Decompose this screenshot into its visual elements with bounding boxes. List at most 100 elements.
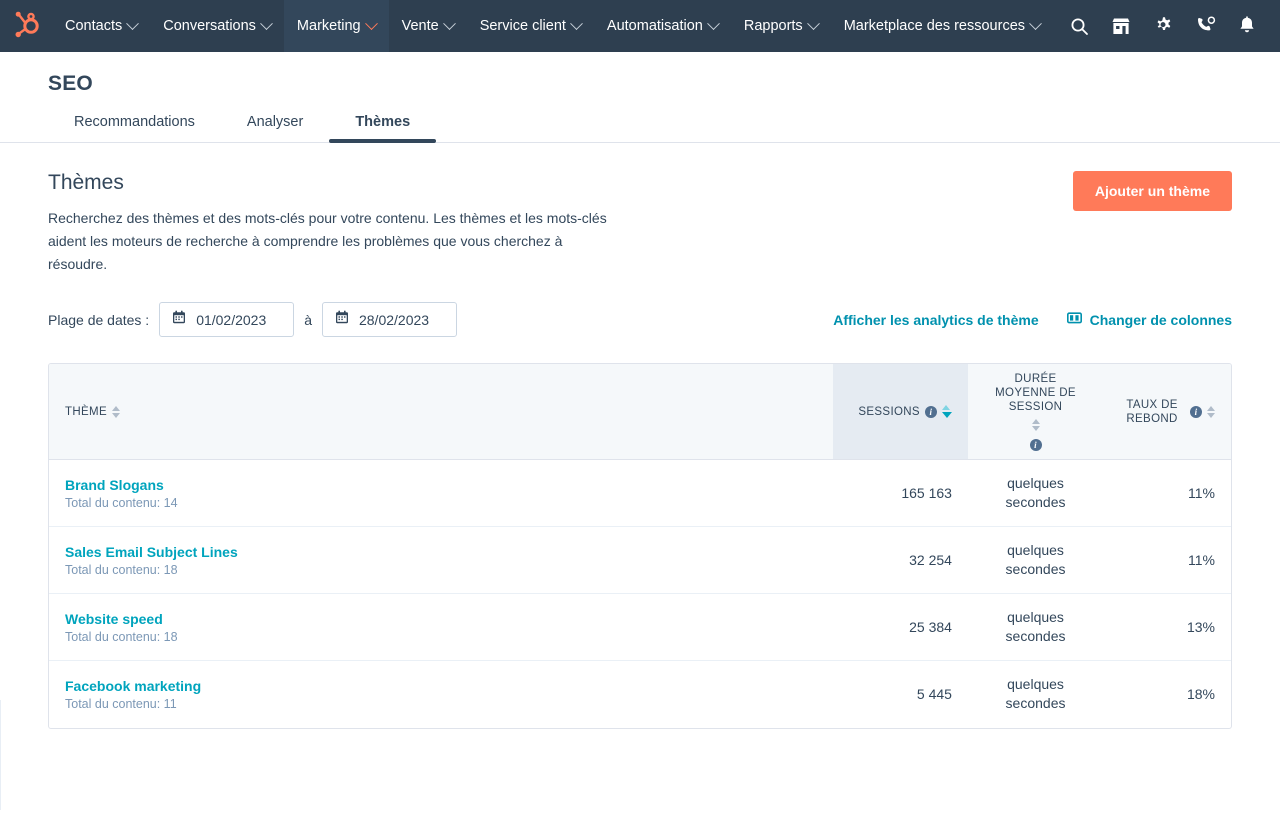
- nav-label: Conversations: [163, 18, 256, 34]
- page-header: SEO Recommandations Analyser Thèmes: [0, 52, 1280, 143]
- page-title: SEO: [0, 72, 1280, 96]
- sort-arrows-icon[interactable]: [942, 405, 952, 418]
- chevron-down-icon: [1029, 17, 1042, 30]
- hubspot-logo-button[interactable]: [0, 0, 52, 52]
- date-range-separator: à: [304, 312, 312, 328]
- notifications-bell-icon[interactable]: [1228, 7, 1266, 45]
- column-label: DURÉE MOYENNE DE SESSION: [984, 372, 1087, 414]
- theme-content-total: Total du contenu: 18: [65, 563, 817, 577]
- tab-label: Analyser: [247, 114, 303, 130]
- column-header-avg-session-duration[interactable]: DURÉE MOYENNE DE SESSION i: [968, 364, 1103, 460]
- theme-content-total: Total du contenu: 18: [65, 630, 817, 644]
- section-text-block: Thèmes Recherchez des thèmes et des mots…: [48, 171, 623, 276]
- cell-bounce-rate: 11%: [1103, 527, 1231, 594]
- sort-arrows-icon[interactable]: [1207, 406, 1215, 418]
- chevron-down-icon: [443, 17, 456, 30]
- cell-avg-session-duration: quelques secondes: [968, 460, 1103, 527]
- main-content: Thèmes Recherchez des thèmes et des mots…: [0, 143, 1280, 729]
- nav-item-marketplace-des-ressources[interactable]: Marketplace des ressources: [831, 0, 1053, 52]
- tab-themes[interactable]: Thèmes: [329, 114, 436, 142]
- cell-sessions: 5 445: [833, 661, 968, 728]
- column-label: TAUX DE REBOND: [1119, 398, 1185, 426]
- theme-content-total: Total du contenu: 14: [65, 496, 817, 510]
- table-body: Brand Slogans Total du contenu: 14 165 1…: [49, 460, 1231, 728]
- table-header-row: THÈME SESSIONS i DURÉE MOYENNE D: [49, 364, 1231, 460]
- sort-arrows-icon[interactable]: [112, 406, 120, 418]
- filter-bar: Plage de dates : 01/02/2023: [48, 302, 1232, 337]
- hubspot-sprocket-logo-icon: [13, 10, 39, 43]
- top-navigation-bar: Contacts Conversations Marketing Vente S…: [0, 0, 1280, 52]
- date-range-group: Plage de dates : 01/02/2023: [48, 302, 457, 337]
- chevron-down-icon: [126, 17, 139, 30]
- theme-link[interactable]: Website speed: [65, 611, 163, 627]
- page-tabs: Recommandations Analyser Thèmes: [0, 114, 1280, 142]
- cell-avg-session-duration: quelques secondes: [968, 661, 1103, 728]
- nav-item-conversations[interactable]: Conversations: [150, 0, 284, 52]
- nav-icon-group: [1060, 0, 1280, 52]
- cell-bounce-rate: 18%: [1103, 661, 1231, 728]
- theme-content-total: Total du contenu: 11: [65, 697, 817, 711]
- tab-label: Recommandations: [74, 114, 195, 130]
- link-label: Afficher les analytics de thème: [833, 312, 1038, 328]
- themes-table: THÈME SESSIONS i DURÉE MOYENNE D: [49, 364, 1231, 728]
- search-icon[interactable]: [1060, 7, 1098, 45]
- calling-phone-icon[interactable]: [1186, 7, 1224, 45]
- table-row: Facebook marketing Total du contenu: 11 …: [49, 661, 1231, 728]
- nav-label: Marketplace des ressources: [844, 18, 1025, 34]
- change-columns-link[interactable]: Changer de colonnes: [1067, 311, 1232, 328]
- info-icon[interactable]: i: [1190, 406, 1202, 418]
- column-header-sessions[interactable]: SESSIONS i: [833, 364, 968, 460]
- nav-label: Contacts: [65, 18, 122, 34]
- nav-item-marketing[interactable]: Marketing: [284, 0, 389, 52]
- nav-item-automatisation[interactable]: Automatisation: [594, 0, 731, 52]
- column-header-bounce-rate[interactable]: TAUX DE REBOND i: [1103, 364, 1231, 460]
- themes-table-card: THÈME SESSIONS i DURÉE MOYENNE D: [48, 363, 1232, 729]
- info-icon[interactable]: i: [1030, 439, 1042, 451]
- table-row: Brand Slogans Total du contenu: 14 165 1…: [49, 460, 1231, 527]
- cell-theme: Website speed Total du contenu: 18: [49, 594, 833, 661]
- tab-recommandations[interactable]: Recommandations: [48, 114, 221, 142]
- cell-theme: Brand Slogans Total du contenu: 14: [49, 460, 833, 527]
- date-from-value: 01/02/2023: [196, 312, 266, 328]
- link-label: Changer de colonnes: [1090, 312, 1232, 328]
- table-header: THÈME SESSIONS i DURÉE MOYENNE D: [49, 364, 1231, 460]
- date-from-input[interactable]: 01/02/2023: [159, 302, 294, 337]
- nav-label: Service client: [480, 18, 566, 34]
- column-header-theme[interactable]: THÈME: [49, 364, 833, 460]
- cell-sessions: 25 384: [833, 594, 968, 661]
- calendar-icon: [172, 310, 186, 329]
- nav-label: Marketing: [297, 18, 361, 34]
- tab-analyser[interactable]: Analyser: [221, 114, 329, 142]
- cell-bounce-rate: 11%: [1103, 460, 1231, 527]
- nav-item-service-client[interactable]: Service client: [467, 0, 594, 52]
- marketplace-storefront-icon[interactable]: [1102, 7, 1140, 45]
- column-label: THÈME: [65, 405, 107, 419]
- nav-item-contacts[interactable]: Contacts: [52, 0, 150, 52]
- view-theme-analytics-link[interactable]: Afficher les analytics de thème: [833, 312, 1038, 328]
- chevron-down-icon: [807, 17, 820, 30]
- theme-link[interactable]: Brand Slogans: [65, 477, 164, 493]
- nav-item-rapports[interactable]: Rapports: [731, 0, 831, 52]
- chevron-down-icon: [570, 17, 583, 30]
- nav-item-vente[interactable]: Vente: [389, 0, 467, 52]
- cell-avg-session-duration: quelques secondes: [968, 527, 1103, 594]
- section-header: Thèmes Recherchez des thèmes et des mots…: [48, 171, 1232, 276]
- calendar-icon: [335, 310, 349, 329]
- sort-arrows-icon[interactable]: [1032, 419, 1040, 431]
- tab-label: Thèmes: [355, 114, 410, 130]
- section-description: Recherchez des thèmes et des mots-clés p…: [48, 207, 623, 276]
- theme-link[interactable]: Facebook marketing: [65, 678, 201, 694]
- date-to-value: 28/02/2023: [359, 312, 429, 328]
- theme-link[interactable]: Sales Email Subject Lines: [65, 544, 238, 560]
- date-to-input[interactable]: 28/02/2023: [322, 302, 457, 337]
- nav-label: Automatisation: [607, 18, 703, 34]
- cell-theme: Sales Email Subject Lines Total du conte…: [49, 527, 833, 594]
- nav-label: Rapports: [744, 18, 803, 34]
- nav-item-partenaires[interactable]: Partenaires: [1053, 0, 1060, 52]
- primary-nav-items: Contacts Conversations Marketing Vente S…: [52, 0, 1060, 52]
- add-theme-button[interactable]: Ajouter un thème: [1073, 171, 1232, 211]
- settings-gear-icon[interactable]: [1144, 7, 1182, 45]
- cell-theme: Facebook marketing Total du contenu: 11: [49, 661, 833, 728]
- chevron-down-icon: [365, 17, 378, 30]
- info-icon[interactable]: i: [925, 406, 937, 418]
